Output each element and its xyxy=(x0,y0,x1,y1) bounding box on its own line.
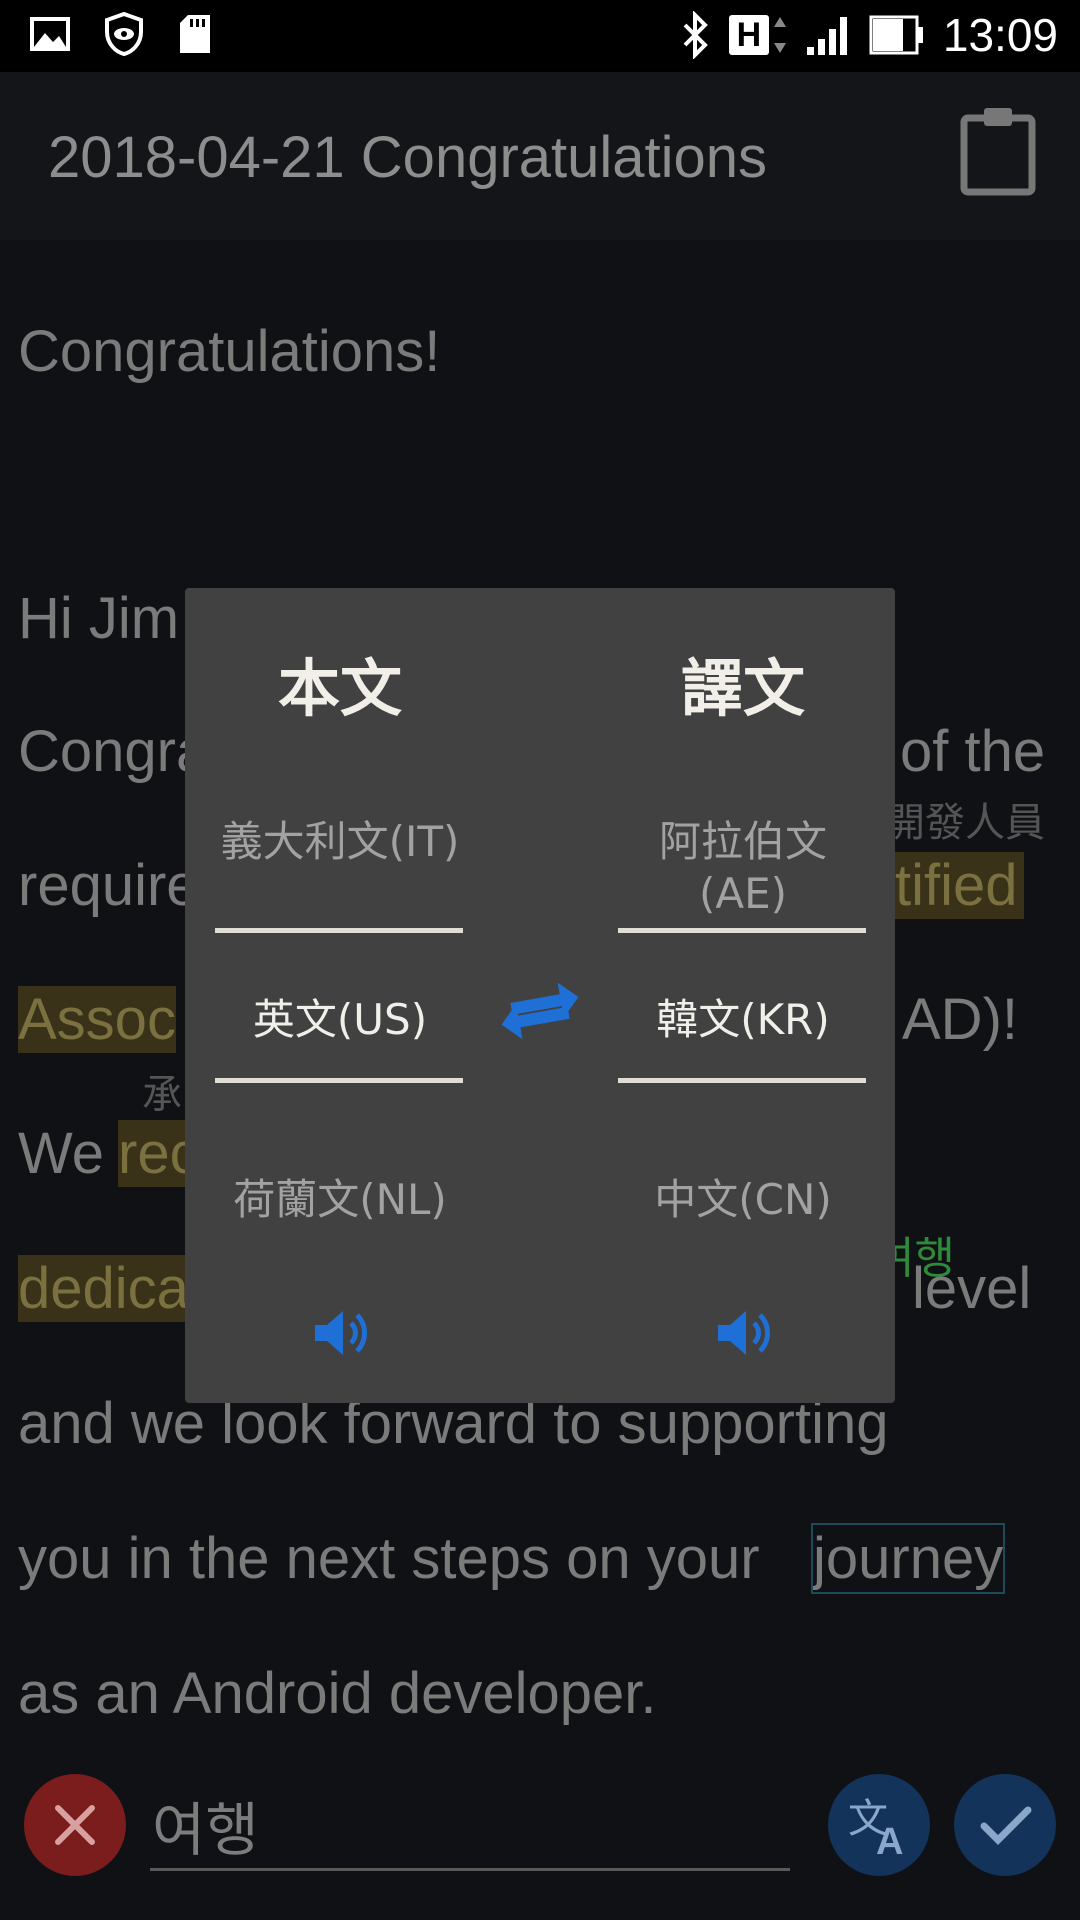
annotation-text: 開發人員 xyxy=(885,800,1045,846)
translation-input[interactable] xyxy=(150,1782,790,1871)
doc-line: We xyxy=(18,1121,104,1186)
close-icon xyxy=(55,1805,95,1845)
picker-divider xyxy=(618,928,866,933)
doc-line: require xyxy=(18,853,199,918)
confirm-button[interactable] xyxy=(954,1774,1056,1876)
app-bar: 2018-04-21 Congratulations xyxy=(0,72,1080,240)
language-picker-dialog: 本文 義大利文(IT) 英文(US) 荷蘭文(NL) 譯文 阿拉伯文(AE) 韓… xyxy=(185,588,895,1403)
bluetooth-icon xyxy=(683,11,708,59)
picker-divider xyxy=(215,928,463,933)
clock: 13:09 xyxy=(942,9,1058,61)
doc-line: Hi Jim xyxy=(18,586,180,651)
network-type: H xyxy=(728,15,787,55)
doc-line: Congra xyxy=(18,719,209,784)
shield-eye-icon xyxy=(105,12,143,56)
source-language-column: 本文 義大利文(IT) 英文(US) 荷蘭文(NL) xyxy=(215,588,465,1355)
source-option-prev[interactable]: 義大利文(IT) xyxy=(215,808,465,869)
page-title: 2018-04-21 Congratulations xyxy=(48,125,768,190)
translate-icon: 文 A xyxy=(848,1796,903,1863)
speaker-icon[interactable] xyxy=(714,1303,774,1363)
doc-line: as an Android developer. xyxy=(18,1661,657,1726)
swap-icon[interactable] xyxy=(499,976,581,1046)
sd-card-icon xyxy=(180,15,210,53)
highlighted-word[interactable]: tified xyxy=(895,852,1024,919)
highlighted-word[interactable]: dedica xyxy=(18,1255,189,1322)
doc-line: you in the next steps on your xyxy=(18,1526,760,1591)
target-option-next[interactable]: 中文(CN) xyxy=(618,1166,868,1227)
bottom-bar: 文 A xyxy=(0,1760,1080,1920)
picker-divider xyxy=(618,1078,866,1083)
target-option-prev[interactable]: 阿拉伯文(AE) xyxy=(618,808,868,918)
data-arrows-icon xyxy=(773,17,786,53)
image-icon xyxy=(30,17,70,51)
speaker-icon[interactable] xyxy=(311,1303,371,1363)
source-title: 本文 xyxy=(277,652,402,725)
target-language-column: 譯文 阿拉伯文(AE) 韓文(KR) 中文(CN) xyxy=(618,588,868,1355)
status-bar: H 13:09 xyxy=(0,0,1080,72)
clipboard-icon[interactable] xyxy=(960,106,1036,196)
selected-word[interactable]: journey xyxy=(810,1523,1006,1594)
source-option-next[interactable]: 荷蘭文(NL) xyxy=(215,1166,465,1227)
doc-line: AD)! xyxy=(902,987,1018,1052)
check-icon xyxy=(980,1806,1032,1845)
signal-icon xyxy=(806,17,847,55)
doc-line: Congratulations! xyxy=(18,319,441,384)
svg-text:A: A xyxy=(876,1821,903,1863)
highlighted-word[interactable]: Assoc xyxy=(18,986,176,1053)
picker-divider xyxy=(215,1078,463,1083)
translate-button[interactable]: 文 A xyxy=(828,1774,930,1876)
target-option-selected[interactable]: 韓文(KR) xyxy=(618,986,868,1047)
source-option-selected[interactable]: 英文(US) xyxy=(215,986,465,1047)
target-title: 譯文 xyxy=(680,652,805,725)
battery-icon xyxy=(869,15,923,55)
doc-line: of the xyxy=(900,719,1046,784)
annotation-text: 承 xyxy=(142,1072,182,1118)
close-button[interactable] xyxy=(24,1774,126,1876)
